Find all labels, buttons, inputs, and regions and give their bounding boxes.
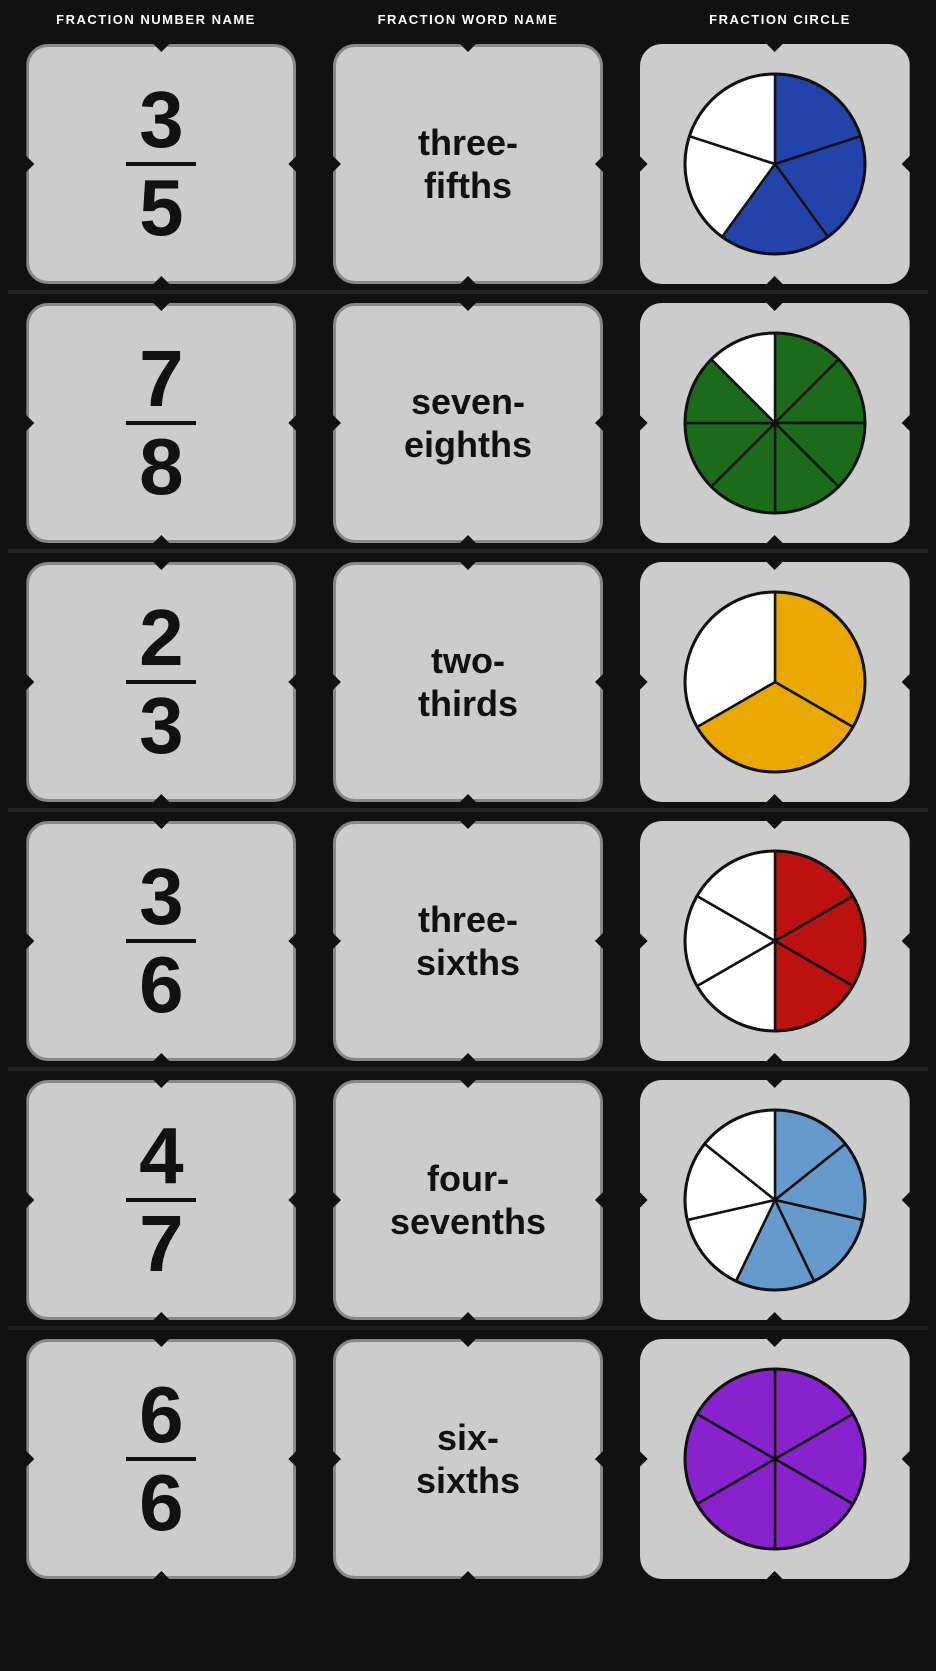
fraction-word-card: three-sixths: [333, 821, 603, 1061]
denominator: 6: [139, 1463, 184, 1543]
fraction-word: seven-eighths: [404, 380, 532, 466]
fraction-number-card: 6 6: [26, 1339, 296, 1579]
grid-row: 7 8 seven-eighths: [8, 294, 928, 549]
fraction-number-card: 3 5: [26, 44, 296, 284]
fraction-word-card: six-sixths: [333, 1339, 603, 1579]
fraction-number-card: 2 3: [26, 562, 296, 802]
fraction-number-card: 4 7: [26, 1080, 296, 1320]
fraction-word: three-fifths: [418, 121, 518, 207]
fraction-text: 3 5: [126, 80, 196, 248]
fraction-circle-card: [640, 821, 910, 1061]
denominator: 7: [139, 1204, 184, 1284]
fraction-word-card: seven-eighths: [333, 303, 603, 543]
col3-header: FRACTION CIRCLE: [640, 12, 920, 27]
fraction-text: 4 7: [126, 1116, 196, 1284]
col1-header: FRACTION NUMBER NAME: [16, 12, 296, 27]
fraction-word: two-thirds: [418, 639, 518, 725]
header-row: FRACTION NUMBER NAME FRACTION WORD NAME …: [0, 0, 936, 35]
fraction-number-card: 3 6: [26, 821, 296, 1061]
denominator: 5: [139, 168, 184, 248]
numerator: 4: [139, 1116, 184, 1196]
fraction-text: 2 3: [126, 598, 196, 766]
numerator: 7: [139, 339, 184, 419]
fraction-word: six-sixths: [416, 1416, 520, 1502]
fraction-number-card: 7 8: [26, 303, 296, 543]
fraction-circle-card: [640, 303, 910, 543]
fraction-text: 6 6: [126, 1375, 196, 1543]
fraction-circle-card: [640, 562, 910, 802]
numerator: 6: [139, 1375, 184, 1455]
numerator: 3: [139, 80, 184, 160]
numerator: 3: [139, 857, 184, 937]
fraction-text: 3 6: [126, 857, 196, 1025]
fraction-word-card: three-fifths: [333, 44, 603, 284]
grid-body: 3 5 three-fifths 7 8 seven-eighths 2 3 t…: [0, 35, 936, 1585]
fraction-circle-card: [640, 44, 910, 284]
fraction-text: 7 8: [126, 339, 196, 507]
fraction-circle-card: [640, 1339, 910, 1579]
fraction-word: three-sixths: [416, 898, 520, 984]
grid-row: 3 5 three-fifths: [8, 35, 928, 290]
denominator: 3: [139, 686, 184, 766]
grid-row: 3 6 three-sixths: [8, 812, 928, 1067]
numerator: 2: [139, 598, 184, 678]
fraction-word-card: two-thirds: [333, 562, 603, 802]
grid-row: 4 7 four-sevenths: [8, 1071, 928, 1326]
grid-row: 2 3 two-thirds: [8, 553, 928, 808]
denominator: 8: [139, 427, 184, 507]
col2-header: FRACTION WORD NAME: [328, 12, 608, 27]
fraction-word-card: four-sevenths: [333, 1080, 603, 1320]
fraction-circle-card: [640, 1080, 910, 1320]
denominator: 6: [139, 945, 184, 1025]
grid-row: 6 6 six-sixths: [8, 1330, 928, 1585]
fraction-word: four-sevenths: [390, 1157, 546, 1243]
